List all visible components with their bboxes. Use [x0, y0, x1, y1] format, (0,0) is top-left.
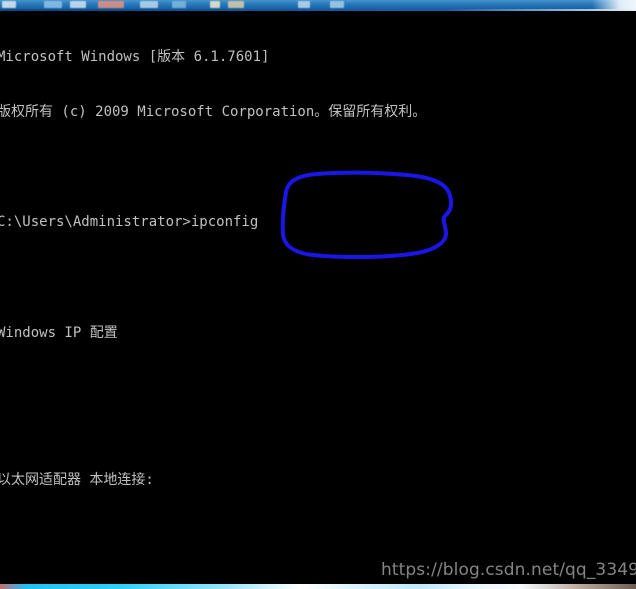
taskbar-icon[interactable]	[210, 1, 220, 8]
screen-root: Microsoft Windows [版本 6.1.7601] 版权所有 (c)…	[0, 0, 636, 589]
taskbar-icon[interactable]	[298, 1, 310, 8]
console-prompt-line: C:\Users\Administrator>ipconfig	[0, 214, 259, 231]
windows-taskbar-strip[interactable]	[0, 0, 636, 9]
taskbar-icon[interactable]	[330, 1, 344, 8]
console-line-copyright: 版权所有 (c) 2009 Microsoft Corporation。保留所有…	[0, 104, 427, 121]
taskbar-icon[interactable]	[70, 1, 86, 8]
taskbar-icon[interactable]	[44, 1, 62, 8]
taskbar-icon[interactable]	[2, 1, 16, 8]
taskbar-icon[interactable]	[172, 1, 186, 8]
console-config-title: Windows IP 配置	[0, 324, 118, 341]
taskbar-icon[interactable]	[140, 1, 158, 8]
console-line-version: Microsoft Windows [版本 6.1.7601]	[0, 48, 270, 65]
taskbar-icon[interactable]	[228, 1, 244, 8]
command-prompt-console[interactable]: Microsoft Windows [版本 6.1.7601] 版权所有 (c)…	[0, 11, 636, 578]
taskbar-icon[interactable]	[98, 1, 124, 8]
desktop-bottom-strip	[0, 584, 636, 589]
adapter-heading-local: 以太网适配器 本地连接:	[0, 472, 154, 489]
